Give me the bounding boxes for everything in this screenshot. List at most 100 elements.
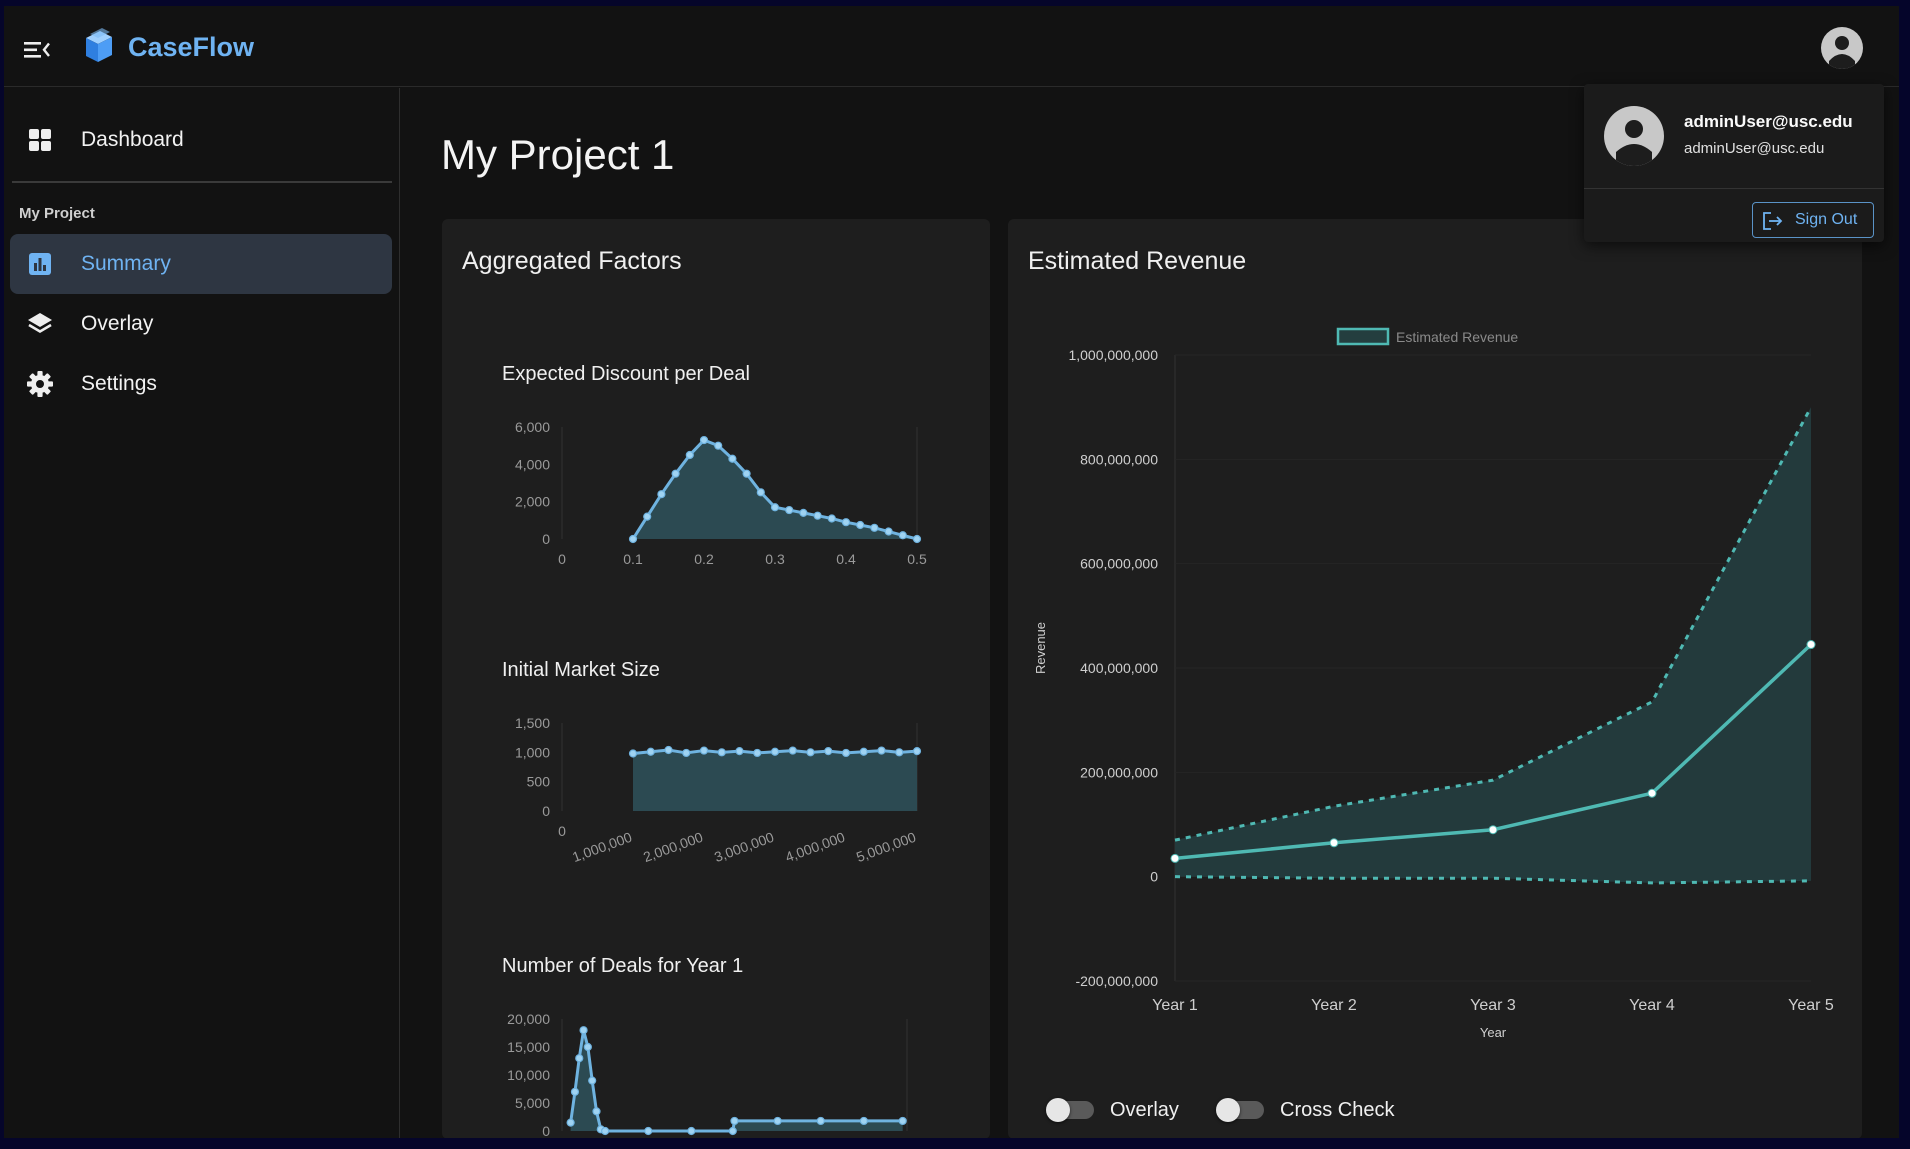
toggle-knob bbox=[1046, 1098, 1070, 1122]
data-point bbox=[730, 1116, 739, 1126]
sign-out-button[interactable]: Sign Out bbox=[1752, 202, 1874, 238]
data-point bbox=[841, 518, 851, 527]
x-tick-label: Year 2 bbox=[1311, 997, 1357, 1014]
chart-title-expected-discount: Expected Discount per Deal bbox=[502, 363, 750, 385]
toggle-label: Overlay bbox=[1110, 1099, 1179, 1121]
gear-icon bbox=[26, 370, 54, 398]
y-tick-label: 15,000 bbox=[507, 1039, 550, 1055]
data-point bbox=[859, 747, 868, 756]
data-point bbox=[579, 1026, 588, 1035]
data-point bbox=[898, 1116, 907, 1126]
data-point bbox=[1647, 788, 1657, 798]
page-title: My Project 1 bbox=[441, 131, 675, 178]
logout-icon bbox=[1763, 212, 1783, 230]
data-point bbox=[799, 508, 808, 517]
data-point bbox=[728, 1126, 737, 1136]
user-email: adminUser@usc.edu bbox=[1684, 140, 1825, 157]
data-point bbox=[664, 745, 673, 755]
x-tick-label: 0 bbox=[558, 551, 566, 564]
data-point bbox=[728, 454, 737, 463]
legend-swatch bbox=[1336, 327, 1390, 346]
sidebar-item-dashboard[interactable]: Dashboard bbox=[10, 110, 392, 170]
x-tick-label: 0.2 bbox=[694, 551, 714, 564]
x-tick-label: 2,000,000 bbox=[641, 829, 705, 865]
dropdown-divider bbox=[1584, 188, 1884, 189]
y-tick-label: 1,500 bbox=[515, 715, 550, 731]
y-tick-label: 2,000 bbox=[515, 494, 550, 510]
data-point bbox=[756, 488, 765, 497]
x-tick-label: 0 bbox=[558, 823, 566, 839]
user-avatar-button[interactable] bbox=[1821, 27, 1863, 69]
app-name[interactable]: CaseFlow bbox=[128, 32, 254, 63]
caseflow-logo bbox=[80, 26, 118, 66]
data-point bbox=[1170, 853, 1180, 863]
data-point bbox=[813, 511, 822, 520]
x-tick-label: 0.1 bbox=[623, 551, 643, 564]
x-tick-label: 3,000,000 bbox=[712, 829, 776, 865]
y-tick-label: 20,000 bbox=[507, 1011, 550, 1027]
y-tick-label: 5,000 bbox=[515, 1095, 550, 1111]
data-point bbox=[592, 1107, 601, 1116]
data-point bbox=[753, 748, 762, 758]
legend-label: Estimated Revenue bbox=[1396, 329, 1518, 345]
x-tick-label: 1,000,000 bbox=[570, 829, 634, 865]
y-tick-label: 600,000,000 bbox=[1080, 556, 1158, 572]
sidebar-divider bbox=[12, 181, 392, 183]
sidebar-item-settings[interactable]: Settings bbox=[10, 354, 392, 414]
section-label: My Project bbox=[19, 205, 95, 222]
x-tick-label: 0.4 bbox=[836, 551, 856, 564]
y-tick-label: 800,000,000 bbox=[1080, 451, 1158, 467]
user-avatar bbox=[1604, 106, 1664, 166]
number-of-deals-chart: 20,00015,00010,0005,00000100200300400 bbox=[507, 1011, 908, 1138]
y-tick-label: 4,000 bbox=[515, 456, 550, 472]
user-menu-dropdown: adminUser@usc.edu adminUser@usc.edu Sign… bbox=[1584, 84, 1884, 242]
menu-collapse-icon[interactable] bbox=[22, 34, 54, 66]
initial-market-size-chart: 1,5001,00050000 1,000,000 2,000,000 3,000,0… bbox=[515, 715, 922, 865]
data-point bbox=[657, 490, 666, 499]
expected-discount-chart: 6,0004,0002,000000.10.20.30.40.5Expected… bbox=[515, 419, 927, 564]
data-point bbox=[770, 747, 780, 756]
data-point bbox=[628, 749, 638, 758]
card-title: Aggregated Factors bbox=[462, 247, 682, 275]
y-tick-label: 0 bbox=[542, 1123, 550, 1138]
data-point bbox=[682, 748, 691, 758]
x-tick-label: 0.5 bbox=[907, 551, 927, 564]
sidebar-item-summary[interactable]: Summary bbox=[10, 234, 392, 294]
data-point bbox=[735, 747, 744, 756]
y-tick-label: 10,000 bbox=[507, 1067, 550, 1083]
data-point bbox=[816, 1116, 825, 1126]
chart-title-initial-market-size: Initial Market Size bbox=[502, 659, 660, 681]
series-area bbox=[570, 1030, 903, 1131]
data-point bbox=[1488, 825, 1498, 835]
data-point bbox=[671, 469, 680, 478]
sidebar-item-label: Settings bbox=[81, 372, 157, 395]
y-tick-label: 400,000,000 bbox=[1080, 660, 1158, 676]
data-point bbox=[646, 747, 655, 756]
x-tick-label: Year 5 bbox=[1788, 997, 1834, 1014]
x-tick-label: 4,000,000 bbox=[783, 829, 847, 865]
user-name: adminUser@usc.edu bbox=[1684, 112, 1853, 131]
sidebar-item-label: Dashboard bbox=[81, 128, 184, 151]
y-tick-label: 1,000 bbox=[515, 744, 550, 760]
data-point bbox=[912, 747, 922, 756]
sidebar-item-overlay[interactable]: Overlay bbox=[10, 294, 392, 354]
data-point bbox=[785, 505, 794, 515]
x-tick-label: Year 1 bbox=[1152, 997, 1198, 1014]
data-point bbox=[566, 1118, 575, 1127]
toggle-label: Cross Check bbox=[1280, 1099, 1395, 1121]
estimated-revenue-card: Estimated Revenue 1,000,000,000 800,000,0… bbox=[1008, 219, 1862, 1138]
data-point bbox=[699, 435, 709, 445]
x-tick-label: 0.3 bbox=[765, 551, 785, 564]
y-axis-label: Revenue bbox=[1033, 622, 1048, 674]
data-point bbox=[628, 534, 638, 544]
data-point bbox=[806, 748, 815, 757]
data-point bbox=[717, 748, 726, 757]
sign-out-label: Sign Out bbox=[1795, 211, 1858, 228]
series-line bbox=[569, 1029, 903, 1133]
y-tick-label: 1,000,000,000 bbox=[1068, 347, 1158, 363]
data-point bbox=[895, 748, 904, 757]
aggregated-factors-card: Aggregated Factors Expected Discount per… bbox=[442, 219, 990, 1138]
confidence-band bbox=[1175, 407, 1811, 883]
data-point bbox=[742, 469, 751, 478]
app-window: CaseFlow Dashboard My Project Summary Ov… bbox=[4, 6, 1899, 1138]
